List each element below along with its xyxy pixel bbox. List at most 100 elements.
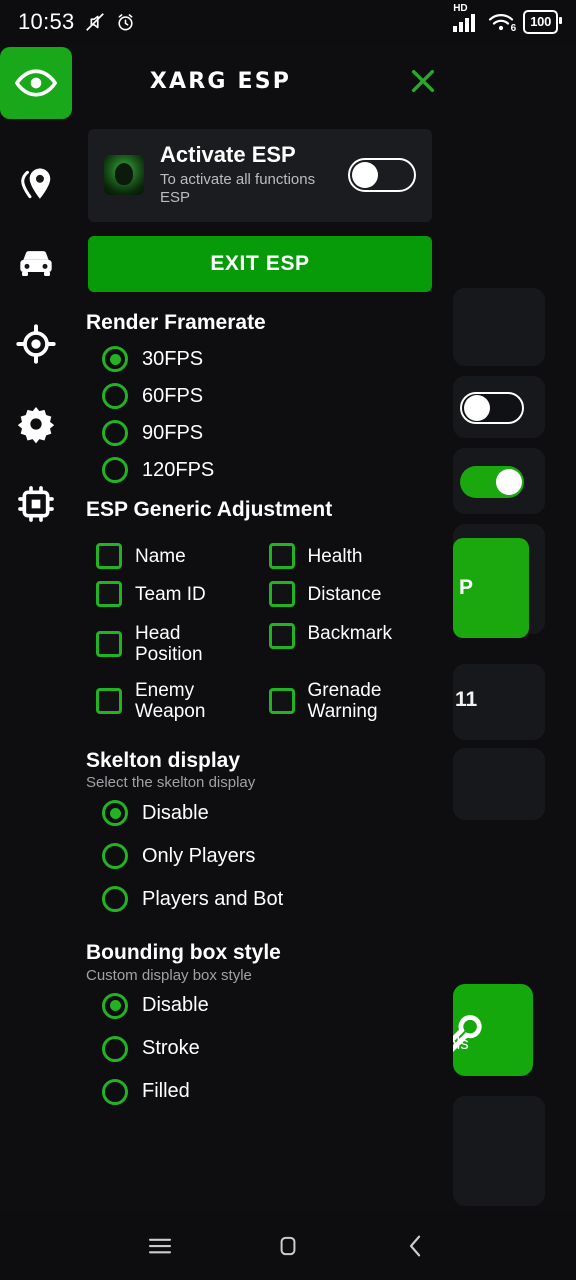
radio-indicator [102, 383, 128, 409]
back-button[interactable] [352, 1231, 480, 1261]
sidebar-item-settings[interactable] [14, 402, 58, 446]
bg-card-1 [453, 288, 545, 366]
status-bar: 10:53 HD 6 100 [0, 0, 576, 44]
page-title: XARG ESP [149, 68, 292, 94]
bg-toggle-knob [464, 395, 490, 421]
wifi-generation-label: 6 [510, 23, 517, 34]
checkbox-label: Enemy Weapon [135, 679, 206, 722]
bg-toggle-on[interactable] [460, 466, 524, 498]
checkbox-indicator [268, 581, 295, 608]
checkbox-indicator [96, 543, 122, 570]
bg-green-button[interactable]: P [453, 538, 529, 638]
checkbox-row-name[interactable]: Name [96, 543, 269, 570]
wifi-icon: 6 [488, 12, 517, 34]
radio-label: Filled [142, 1080, 190, 1103]
activate-esp-toggle[interactable] [348, 158, 416, 193]
radio-option-30fps[interactable]: 30FPS [86, 346, 441, 372]
network-type-label: HD [453, 3, 468, 14]
checkbox-label: Health [307, 545, 363, 567]
skelton-display-subtitle: Select the skelton display [86, 774, 256, 792]
bounding-box-section: Bounding box style Custom display box st… [72, 940, 441, 1105]
overlay-content: Activate ESP To activate all functions E… [72, 118, 441, 1212]
bg-toggle-knob-on [496, 469, 522, 495]
activate-esp-card[interactable]: Activate ESP To activate all functions E… [88, 129, 432, 222]
checkbox-label: Backmark [307, 623, 392, 645]
sidebar-item-memory[interactable] [14, 482, 58, 526]
radio-indicator [102, 346, 128, 372]
home-button[interactable] [224, 1232, 352, 1260]
checkbox-indicator [96, 687, 122, 714]
recents-icon [148, 1238, 172, 1254]
bg-card-6 [453, 748, 545, 820]
render-framerate-title: Render Framerate [86, 310, 266, 334]
sidebar-rail [0, 162, 72, 526]
radio-option-60fps[interactable]: 60FPS [86, 383, 441, 409]
bg-tools-card[interactable]: ols [453, 984, 533, 1076]
sidebar-item-aim[interactable] [14, 322, 58, 366]
radio-option-120fps[interactable]: 120FPS [86, 457, 441, 483]
skelton-display-title: Skelton display [86, 749, 241, 773]
activate-esp-toggle-knob [352, 162, 378, 189]
radio-option-skelton-players-and-bot[interactable]: Players and Bot [86, 886, 441, 913]
battery-icon: 100 [523, 10, 562, 34]
sidebar-item-vehicle[interactable] [14, 242, 58, 286]
battery-level-label: 100 [530, 14, 551, 29]
close-icon [411, 69, 435, 93]
checkbox-row-enemy-weapon[interactable]: Enemy Weapon [96, 680, 269, 723]
bg-partial-count: 11 [455, 688, 478, 711]
status-time: 10:53 [18, 9, 75, 34]
bounding-box-title: Bounding box style [86, 941, 281, 965]
checkbox-row-health[interactable]: Health [268, 543, 442, 570]
app-logo-thumbnail [104, 155, 144, 196]
activate-esp-subtitle: To activate all functions ESP [160, 170, 316, 207]
radio-option-90fps[interactable]: 90FPS [86, 420, 441, 446]
radio-label: 30FPS [142, 347, 204, 370]
checkbox-label: Head Position [135, 623, 203, 666]
checkbox-row-grenade-warning[interactable]: Grenade Warning [268, 679, 442, 723]
checkbox-indicator [96, 581, 122, 608]
radio-option-skelton-disable[interactable]: Disable [86, 800, 441, 827]
skelton-display-section: Skelton display Select the skelton displ… [72, 748, 441, 913]
close-button[interactable] [400, 58, 441, 104]
render-framerate-section: Render Framerate 30FPS 60FPS 90FPS 120FP… [72, 310, 441, 483]
alarm-icon [115, 12, 136, 33]
bg-tools-label: ols [453, 1034, 469, 1053]
exit-esp-button[interactable]: EXIT ESP [88, 235, 432, 292]
checkbox-row-team-id[interactable]: Team ID [96, 581, 269, 608]
radio-label: Disable [142, 801, 209, 824]
radio-option-box-stroke[interactable]: Stroke [86, 1035, 441, 1062]
radio-indicator [102, 420, 128, 446]
esp-generic-title: ESP Generic Adjustment [86, 498, 333, 521]
checkbox-label: Name [135, 545, 186, 567]
checkbox-label: Grenade Warning [307, 679, 382, 722]
radio-option-box-disable[interactable]: Disable [86, 992, 441, 1019]
recents-button[interactable] [96, 1231, 224, 1261]
mute-icon [84, 11, 106, 33]
cpu-chip-icon [18, 486, 54, 522]
checkbox-indicator [268, 543, 295, 570]
radio-option-box-filled[interactable]: Filled [86, 1078, 441, 1105]
checkbox-indicator [96, 631, 122, 658]
radio-indicator [102, 992, 128, 1019]
checkbox-indicator [268, 687, 295, 714]
status-bar-right: HD 6 100 [453, 3, 562, 34]
sidebar-item-location[interactable] [14, 162, 58, 206]
gear-icon [17, 407, 55, 444]
checkbox-row-backmark[interactable]: Backmark [268, 623, 442, 666]
checkbox-row-head-position[interactable]: Head Position [96, 623, 269, 666]
esp-generic-section: ESP Generic Adjustment Name Health Team … [72, 497, 441, 722]
radio-indicator [102, 1078, 128, 1105]
checkbox-row-distance[interactable]: Distance [268, 581, 442, 608]
bg-green-button-label: P [459, 576, 474, 599]
checkbox-label: Distance [307, 583, 382, 605]
radio-label: Only Players [142, 844, 256, 867]
radio-label: 90FPS [142, 421, 204, 444]
radio-indicator [102, 886, 128, 913]
bg-toggle-off[interactable] [460, 392, 524, 424]
signal-icon: HD [453, 3, 479, 32]
activate-esp-title: Activate ESP [160, 142, 296, 167]
radio-option-skelton-only-players[interactable]: Only Players [86, 843, 441, 870]
radio-label: Disable [142, 994, 209, 1017]
status-bar-left: 10:53 [18, 9, 136, 35]
car-icon [20, 251, 52, 276]
